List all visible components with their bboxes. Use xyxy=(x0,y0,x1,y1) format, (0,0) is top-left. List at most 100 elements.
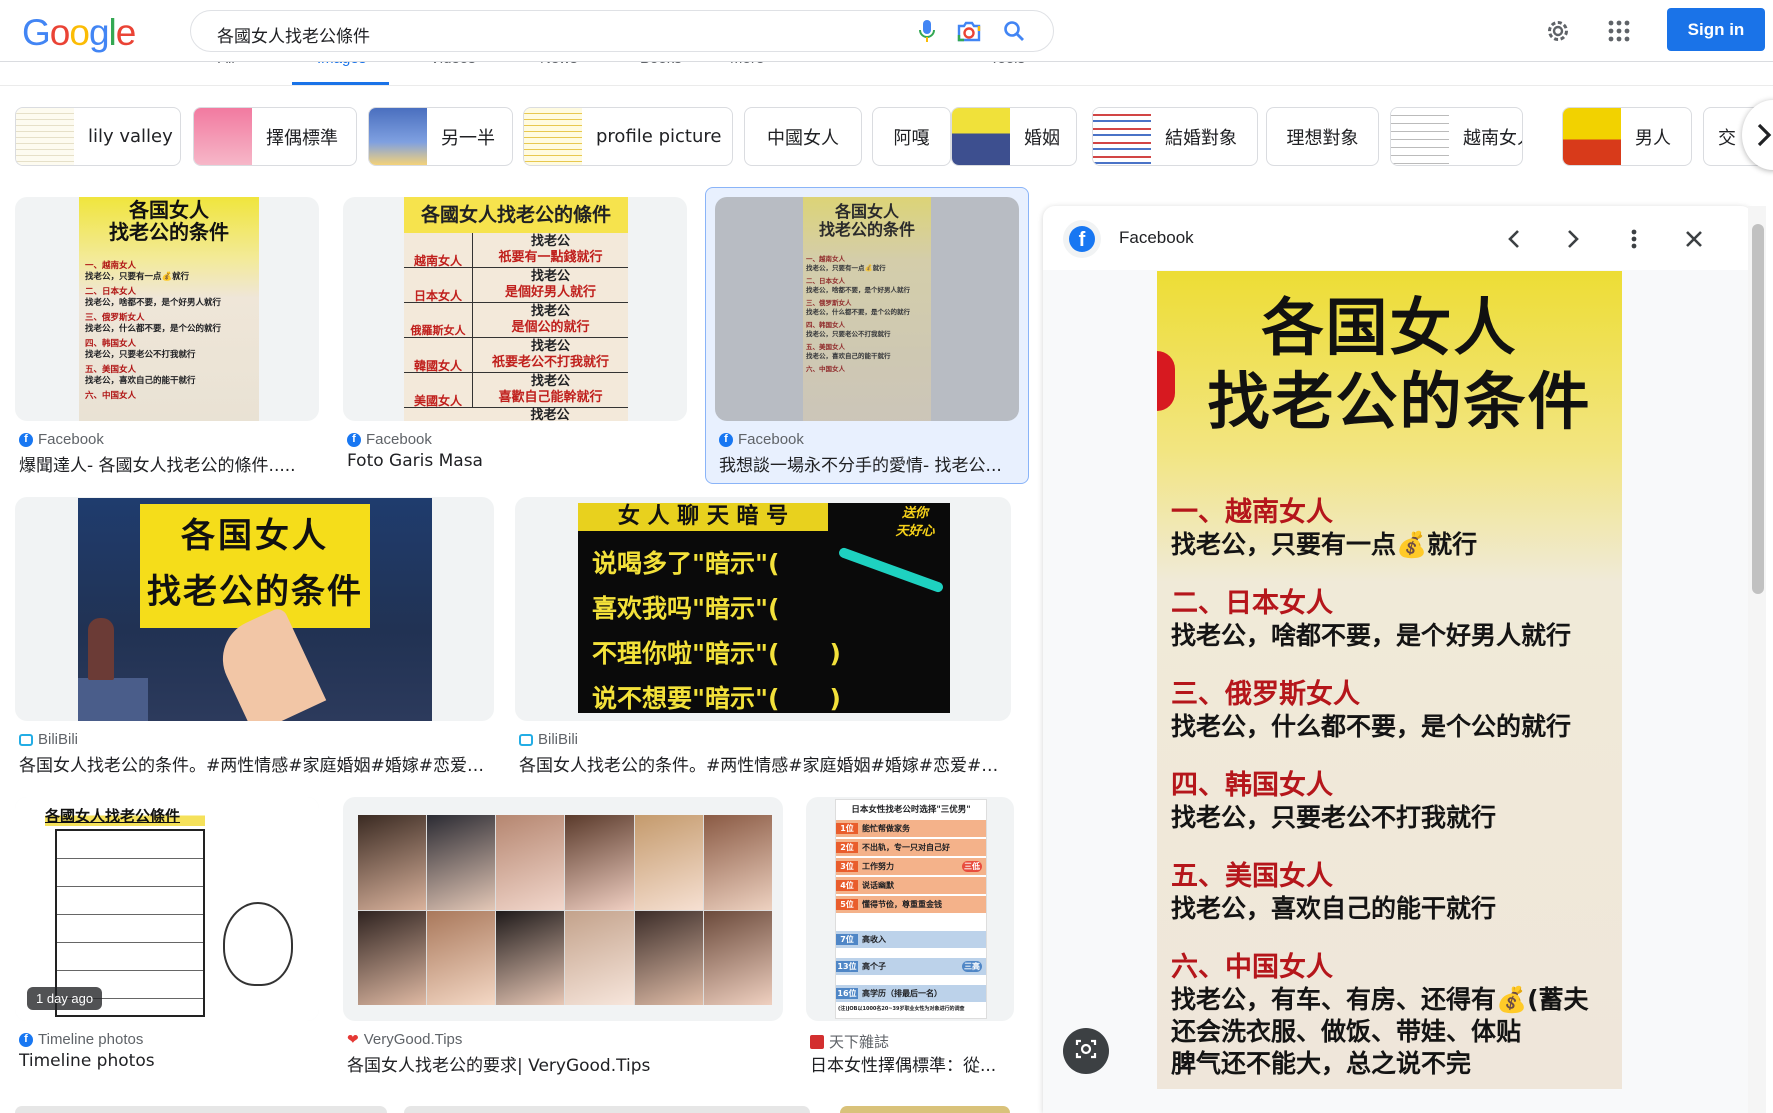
chip-other-half[interactable]: 另一半 xyxy=(368,107,513,166)
result-title[interactable]: 各国女人找老公的要求| VeryGood.Tips xyxy=(347,1051,783,1076)
result-image[interactable]: 各国女人 找老公的条件 xyxy=(15,497,494,721)
poster-title: 各国女人 找老公的条件 xyxy=(1207,291,1592,438)
poster-title: 各國女人找老公條件 xyxy=(45,805,205,826)
poster-image: 各国女人 找老公的条件 一、越南女人 找老公，只要有一点💰就行 二、日本女人 找老公，… xyxy=(803,197,931,421)
chip-label: 婚姻 xyxy=(1024,127,1060,149)
result-source[interactable]: f Facebook xyxy=(19,431,104,448)
result-image[interactable]: 女 人 聊 天 暗 号 说喝多了"暗示"( 喜欢我吗"暗示"( 不理你啦"暗示"… xyxy=(515,497,1011,721)
poster-image: 各國女人找老公的條件 越南女人 找老公 祇要有一點錢就行 日本女人 找老公 是個好男人就… xyxy=(404,197,628,421)
chip-marriage-partner[interactable]: 結婚對象 xyxy=(1092,107,1258,166)
result-card-peek xyxy=(404,1106,810,1113)
image-preview-panel: f Facebook 各国女人 找老公的条件 一、越南女人 找老公，只要有一点💰… xyxy=(1043,206,1753,1113)
poster-sticker: 送你 天好心 xyxy=(895,506,935,539)
poster-title-banner: 各国女人 找老公的条件 xyxy=(140,504,370,628)
result-source[interactable]: f Facebook xyxy=(719,431,804,448)
google-logo[interactable]: Google xyxy=(22,12,136,54)
settings-gear-icon[interactable] xyxy=(1544,17,1572,45)
facebook-icon: f xyxy=(19,1032,33,1047)
chip-lily-valley[interactable]: lily valley xyxy=(15,107,181,166)
chip-thumbnail xyxy=(1391,108,1449,165)
result-image[interactable]: 日本女性找老公时选择"三优男" 1位 能忙帮做家务 2位 不出轨，专一只对自己好 3… xyxy=(806,797,1014,1021)
facebook-icon: f xyxy=(347,432,361,447)
result-title[interactable]: 我想談一場永不分手的愛情- 找老公... xyxy=(719,451,1019,476)
result-title[interactable]: 各国女人找老公的条件。#两性情感#家庭婚姻#婚嫁#恋爱#手... xyxy=(519,751,1009,776)
chip-label: lily valley xyxy=(88,126,173,147)
lens-search-button[interactable] xyxy=(1063,1028,1109,1074)
close-icon[interactable] xyxy=(1681,226,1707,252)
search-icon[interactable] xyxy=(1001,18,1027,44)
next-result-icon[interactable] xyxy=(1560,226,1586,252)
result-source[interactable]: BiliBili xyxy=(19,731,78,748)
chip-thumbnail xyxy=(194,108,252,165)
preview-image[interactable]: 各国女人 找老公的条件 一、越南女人 找老公，只要有一点💰就行 二、日本女人 找… xyxy=(1157,271,1622,1089)
timestamp-badge: 1 day ago xyxy=(27,987,103,1010)
result-image[interactable]: 各國女人找老公條件 1 day ago xyxy=(15,797,319,1021)
result-image[interactable] xyxy=(343,797,783,1021)
result-image[interactable]: 各国女人 找老公的条件 一、越南女人 找老公，只要有一点💰就行 二、日本女人 找老公，… xyxy=(15,197,319,421)
panel-source-name[interactable]: Facebook xyxy=(1119,228,1194,248)
chip-label: 擇偶標準 xyxy=(266,127,338,149)
result-source[interactable]: 天下雜誌 xyxy=(810,1031,889,1052)
chip-label: 理想對象 xyxy=(1286,127,1359,149)
chip-men[interactable]: 男人 xyxy=(1562,107,1692,166)
result-source[interactable]: f Timeline photos xyxy=(19,1031,143,1048)
result-title[interactable]: 日本女性擇偶標準：從... xyxy=(810,1051,1014,1076)
chip-label: 結婚對象 xyxy=(1165,127,1237,149)
poster-lines: 一、越南女人 找老公，只要有一点💰就行 二、日本女人 找老公，啥都不要，是个好男… xyxy=(1171,497,1589,1078)
chip-label: 另一半 xyxy=(441,127,495,149)
chip-thumbnail xyxy=(952,108,1010,165)
result-source[interactable]: f Facebook xyxy=(347,431,432,448)
chip-marriage[interactable]: 婚姻 xyxy=(951,107,1077,166)
sign-in-button[interactable]: Sign in xyxy=(1667,8,1765,51)
result-card-peek xyxy=(840,1106,1010,1113)
chip-chinese-women[interactable]: 中國女人 xyxy=(744,107,862,166)
panel-scrollbar[interactable] xyxy=(1748,206,1766,1113)
chip-thumbnail xyxy=(1563,108,1621,165)
chip-aga[interactable]: 阿嘎 xyxy=(872,107,951,166)
chip-vietnamese-women[interactable]: 越南女人 xyxy=(1390,107,1523,166)
poster-title: 各国女人 找老公的条件 xyxy=(818,202,915,239)
poster-title: 各國女人找老公的條件 xyxy=(404,197,628,233)
chip-thumbnail xyxy=(369,108,427,165)
chip-label: 越南女人 xyxy=(1463,127,1522,149)
camera-search-icon[interactable] xyxy=(955,18,983,44)
more-options-icon[interactable] xyxy=(1621,226,1647,252)
previous-result-icon[interactable] xyxy=(1501,226,1527,252)
facebook-icon: f xyxy=(19,432,33,447)
microphone-icon[interactable] xyxy=(915,19,939,43)
poster-image: 各国女人 找老公的条件 xyxy=(78,498,432,721)
search-input[interactable]: 各國女人找老公條件 xyxy=(217,22,370,47)
chip-selection-criteria[interactable]: 擇偶標準 xyxy=(193,107,357,166)
chip-thumbnail xyxy=(1093,108,1151,165)
commonwealth-magazine-icon xyxy=(810,1034,824,1049)
chip-label: 中國女人 xyxy=(767,127,839,149)
poster-title: 女 人 聊 天 暗 号 xyxy=(578,503,828,531)
result-title[interactable]: Timeline photos xyxy=(19,1051,319,1071)
chip-label: 男人 xyxy=(1635,127,1671,149)
chip-thumbnail xyxy=(16,108,74,165)
result-source[interactable]: ❤ VeryGood.Tips xyxy=(347,1031,462,1048)
result-title[interactable]: 各国女人找老公的条件。#两性情感#家庭婚姻#婚嫁#恋爱#... xyxy=(19,751,489,776)
chip-ideal-partner[interactable]: 理想對象 xyxy=(1266,107,1379,166)
chip-thumbnail xyxy=(524,108,582,165)
result-image[interactable]: 各國女人找老公的條件 越南女人 找老公 祇要有一點錢就行 日本女人 找老公 是個好男人就… xyxy=(343,197,687,421)
poster-lines: 一、越南女人 找老公，只要有一点💰就行 二、日本女人 找老公，啥都不要，是个好男人就… xyxy=(806,255,910,373)
chip-label: 阿嘎 xyxy=(893,127,930,149)
chip-profile-picture[interactable]: profile picture xyxy=(523,107,733,166)
chip-label: profile picture xyxy=(596,126,722,147)
search-box[interactable]: 各國女人找老公條件 xyxy=(190,10,1054,52)
result-source[interactable]: BiliBili xyxy=(519,731,578,748)
rooftop-shape xyxy=(78,678,148,721)
scrollbar-thumb[interactable] xyxy=(1752,224,1764,594)
top-header: Google 各國女人找老公條件 Sign in xyxy=(0,0,1773,62)
apps-grid-icon[interactable] xyxy=(1605,17,1633,45)
poster-title: 各国女人 找老公的条件 xyxy=(109,198,229,244)
result-card-3-selected[interactable]: 各国女人 找老公的条件 一、越南女人 找老公，只要有一点💰就行 二、日本女人 找老公，… xyxy=(705,187,1029,484)
bilibili-icon xyxy=(519,733,533,746)
result-title[interactable]: Foto Garis Masa xyxy=(347,451,687,471)
result-image[interactable]: 各国女人 找老公的条件 一、越南女人 找老公，只要有一点💰就行 二、日本女人 找老公，… xyxy=(715,197,1019,421)
result-title[interactable]: 爆聞達人- 各國女人找老公的條件..... xyxy=(19,451,319,476)
lens-icon xyxy=(1074,1037,1098,1066)
chevron-right-icon xyxy=(1752,122,1773,148)
poster-table: 越南女人 找老公 祇要有一點錢就行 日本女人 找老公 是個好男人就行 俄羅斯女人 找老公是… xyxy=(404,233,628,421)
